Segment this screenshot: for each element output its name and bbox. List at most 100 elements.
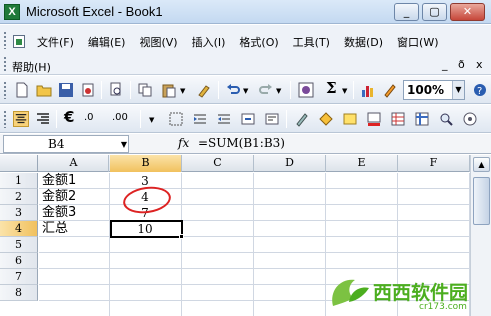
menu-grip-2[interactable]	[3, 56, 7, 72]
fill-handle[interactable]	[179, 234, 184, 239]
chevron-down-icon[interactable]: ▼	[342, 87, 347, 95]
toolbar-separator	[290, 81, 291, 99]
toolbar-options-icon[interactable]	[462, 111, 478, 127]
cell-a3[interactable]: 金额3	[42, 205, 76, 221]
currency-icon[interactable]: €	[64, 108, 74, 126]
chevron-down-icon[interactable]: ▼	[149, 116, 154, 124]
research-icon[interactable]	[298, 82, 314, 98]
menu-insert[interactable]: 插入(I)	[192, 34, 226, 50]
workbook-icon[interactable]	[12, 34, 28, 50]
menu-help[interactable]: 帮助(H)	[12, 61, 51, 74]
outdent-icon[interactable]	[216, 111, 232, 127]
row-header-6[interactable]: 6	[0, 253, 38, 269]
select-all-corner[interactable]	[0, 155, 38, 172]
decrease-decimal-icon[interactable]: .00	[112, 112, 128, 123]
column-header-b[interactable]: B	[110, 155, 182, 172]
drawing-icon[interactable]	[382, 82, 398, 98]
cell-a2[interactable]: 金额2	[42, 189, 76, 205]
name-box-value: B4	[48, 137, 65, 151]
help-icon[interactable]: ?	[472, 82, 488, 98]
doc-minimize-button[interactable]: _	[442, 58, 448, 71]
maximize-button[interactable]: ▢	[422, 3, 447, 21]
permission-icon[interactable]	[80, 82, 96, 98]
autosum-icon[interactable]: Σ	[326, 79, 337, 97]
doc-restore-button[interactable]: ð	[458, 58, 465, 71]
font-color-icon[interactable]	[366, 111, 382, 127]
active-cell-border	[110, 220, 183, 238]
menu-grip[interactable]	[3, 31, 7, 49]
column-header-a[interactable]: A	[39, 155, 109, 172]
toolbar-separator	[140, 110, 141, 128]
menu-tools[interactable]: 工具(T)	[293, 34, 330, 50]
column-header-c[interactable]: C	[182, 155, 254, 172]
indent-icon[interactable]	[192, 111, 208, 127]
excel-icon: X	[4, 4, 20, 20]
paste-icon[interactable]	[161, 82, 177, 98]
increase-decimal-icon[interactable]: .0	[84, 112, 94, 123]
zoom-magnifier-icon[interactable]	[438, 111, 454, 127]
row-header-7[interactable]: 7	[0, 269, 38, 285]
row-header-5[interactable]: 5	[0, 237, 38, 253]
save-icon[interactable]	[58, 82, 74, 98]
chevron-down-icon[interactable]: ▼	[276, 87, 281, 95]
row-header-4[interactable]: 4	[0, 221, 38, 237]
row-header-3[interactable]: 3	[0, 205, 38, 221]
zoom-value: 100%	[407, 83, 445, 97]
cell-a1[interactable]: 金额1	[42, 173, 76, 189]
row-header-1[interactable]: 1	[0, 173, 38, 189]
redo-icon[interactable]	[258, 82, 274, 98]
toolbar-grip[interactable]	[3, 81, 7, 99]
format-painter-icon[interactable]	[196, 82, 212, 98]
highlight-icon[interactable]	[318, 111, 334, 127]
menu-format[interactable]: 格式(O)	[239, 34, 278, 50]
scroll-thumb[interactable]	[473, 177, 490, 225]
fill-color-icon[interactable]	[342, 111, 358, 127]
menu-edit[interactable]: 编辑(E)	[88, 34, 126, 50]
toolbar-separator	[130, 81, 131, 99]
sheet-icon[interactable]	[390, 111, 406, 127]
menu-data[interactable]: 数据(D)	[344, 34, 383, 50]
column-header-d[interactable]: D	[254, 155, 326, 172]
borders-icon[interactable]	[168, 111, 184, 127]
print-preview-icon[interactable]	[108, 82, 124, 98]
name-box[interactable]: B4 ▼	[3, 135, 129, 153]
zoom-select[interactable]: 100% ▼	[403, 80, 465, 100]
cell-a4[interactable]: 汇总	[42, 221, 68, 237]
clear-format-icon[interactable]	[294, 111, 310, 127]
minimize-button[interactable]: _	[394, 3, 419, 21]
align-right-icon[interactable]	[35, 111, 51, 127]
window-title: Microsoft Excel - Book1	[26, 4, 163, 19]
chevron-down-icon[interactable]: ▼	[180, 87, 185, 95]
menu-window[interactable]: 窗口(W)	[397, 34, 438, 50]
title-bar: X Microsoft Excel - Book1 _ ▢ ✕	[0, 0, 491, 24]
row-header-2[interactable]: 2	[0, 189, 38, 205]
wrap-icon[interactable]	[264, 111, 280, 127]
open-folder-icon[interactable]	[36, 82, 52, 98]
toolbar-grip[interactable]	[3, 110, 7, 128]
column-header-row: A B C D E F	[0, 155, 470, 172]
new-file-icon[interactable]	[14, 82, 30, 98]
column-header-e[interactable]: E	[326, 155, 398, 172]
scroll-up-button[interactable]: ▲	[473, 157, 490, 172]
chevron-down-icon[interactable]: ▼	[243, 87, 248, 95]
watermark-subtext: cr173.com	[419, 302, 467, 312]
chevron-down-icon[interactable]: ▼	[452, 81, 464, 99]
menu-view[interactable]: 视图(V)	[139, 34, 177, 50]
formula-input[interactable]: =SUM(B1:B3)	[198, 136, 285, 150]
formula-bar: B4 ▼ fx =SUM(B1:B3)	[0, 134, 491, 154]
close-button[interactable]: ✕	[450, 3, 485, 21]
toolbar-separator	[353, 81, 354, 99]
chart-wizard-icon[interactable]	[360, 82, 376, 98]
chevron-down-icon[interactable]: ▼	[121, 137, 127, 153]
column-header-f[interactable]: F	[398, 155, 470, 172]
row-header-8[interactable]: 8	[0, 285, 38, 301]
menu-file[interactable]: 文件(F)	[37, 34, 74, 50]
doc-close-button[interactable]: x	[476, 58, 483, 71]
fx-icon[interactable]: fx	[178, 136, 189, 150]
copy-icon[interactable]	[137, 82, 153, 98]
undo-icon[interactable]	[225, 82, 241, 98]
svg-text:?: ?	[477, 86, 482, 97]
merge-icon[interactable]	[240, 111, 256, 127]
pivot-icon[interactable]	[414, 111, 430, 127]
align-center-icon[interactable]	[13, 111, 29, 127]
